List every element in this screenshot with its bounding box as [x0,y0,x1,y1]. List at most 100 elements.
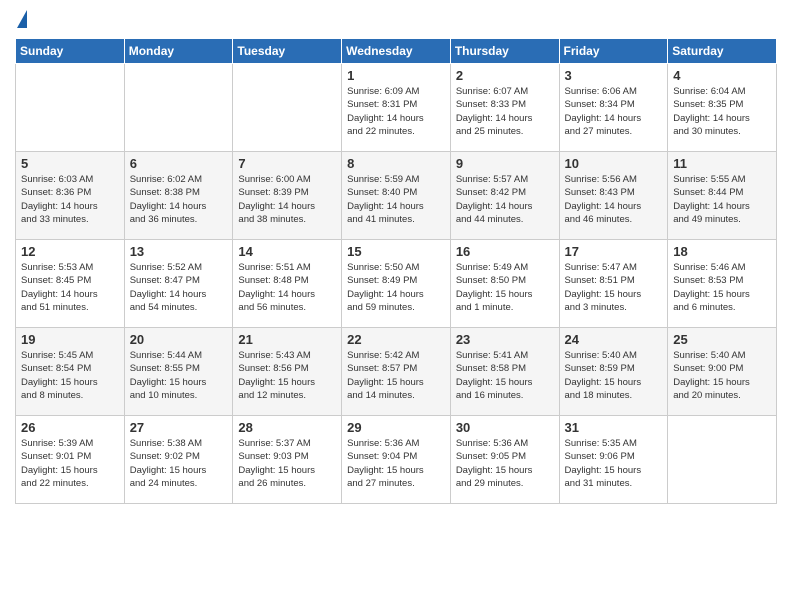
logo [15,10,27,30]
calendar-cell: 19Sunrise: 5:45 AM Sunset: 8:54 PM Dayli… [16,328,125,416]
weekday-header-wednesday: Wednesday [342,39,451,64]
day-number: 16 [456,244,554,259]
day-number: 23 [456,332,554,347]
calendar-cell: 5 Sunrise: 6:03 AM Sunset: 8:36 PM Daylig… [16,152,125,240]
day-number: 30 [456,420,554,435]
day-info: Sunrise: 5:51 AM Sunset: 8:48 PM Dayligh… [238,261,336,314]
day-info: Sunrise: 5:53 AM Sunset: 8:45 PM Dayligh… [21,261,119,314]
day-info: Sunrise: 5:42 AM Sunset: 8:57 PM Dayligh… [347,349,445,402]
logo-triangle-icon [17,10,27,28]
calendar-cell [668,416,777,504]
day-info: Sunrise: 5:57 AM Sunset: 8:42 PM Dayligh… [456,173,554,226]
day-number: 21 [238,332,336,347]
calendar-cell: 11Sunrise: 5:55 AM Sunset: 8:44 PM Dayli… [668,152,777,240]
calendar-week-row: 19Sunrise: 5:45 AM Sunset: 8:54 PM Dayli… [16,328,777,416]
calendar-cell: 12 Sunrise: 5:53 AM Sunset: 8:45 PM Dayli… [16,240,125,328]
calendar-cell: 30 Sunrise: 5:36 AM Sunset: 9:05 PM Dayli… [450,416,559,504]
calendar-week-row: 26Sunrise: 5:39 AM Sunset: 9:01 PM Dayli… [16,416,777,504]
day-number: 5 [21,156,119,171]
day-info: Sunrise: 6:02 AM Sunset: 8:38 PM Dayligh… [130,173,228,226]
day-number: 12 [21,244,119,259]
day-number: 10 [565,156,663,171]
day-number: 27 [130,420,228,435]
calendar-cell: 14 Sunrise: 5:51 AM Sunset: 8:48 PM Dayli… [233,240,342,328]
day-number: 19 [21,332,119,347]
day-info: Sunrise: 5:47 AM Sunset: 8:51 PM Dayligh… [565,261,663,314]
calendar-cell: 21 Sunrise: 5:43 AM Sunset: 8:56 PM Dayli… [233,328,342,416]
day-number: 14 [238,244,336,259]
day-info: Sunrise: 5:50 AM Sunset: 8:49 PM Dayligh… [347,261,445,314]
day-number: 3 [565,68,663,83]
calendar-cell: 8Sunrise: 5:59 AM Sunset: 8:40 PM Daylig… [342,152,451,240]
day-info: Sunrise: 5:52 AM Sunset: 8:47 PM Dayligh… [130,261,228,314]
day-number: 11 [673,156,771,171]
day-info: Sunrise: 6:09 AM Sunset: 8:31 PM Dayligh… [347,85,445,138]
day-info: Sunrise: 6:07 AM Sunset: 8:33 PM Dayligh… [456,85,554,138]
calendar-cell: 22 Sunrise: 5:42 AM Sunset: 8:57 PM Dayli… [342,328,451,416]
day-info: Sunrise: 5:37 AM Sunset: 9:03 PM Dayligh… [238,437,336,490]
calendar-cell: 20Sunrise: 5:44 AM Sunset: 8:55 PM Dayli… [124,328,233,416]
calendar-week-row: 12 Sunrise: 5:53 AM Sunset: 8:45 PM Dayli… [16,240,777,328]
day-number: 18 [673,244,771,259]
weekday-header-saturday: Saturday [668,39,777,64]
day-info: Sunrise: 5:56 AM Sunset: 8:43 PM Dayligh… [565,173,663,226]
day-number: 4 [673,68,771,83]
day-number: 31 [565,420,663,435]
day-number: 8 [347,156,445,171]
day-number: 25 [673,332,771,347]
day-info: Sunrise: 5:39 AM Sunset: 9:01 PM Dayligh… [21,437,119,490]
day-info: Sunrise: 6:00 AM Sunset: 8:39 PM Dayligh… [238,173,336,226]
calendar-week-row: 5 Sunrise: 6:03 AM Sunset: 8:36 PM Daylig… [16,152,777,240]
day-info: Sunrise: 6:06 AM Sunset: 8:34 PM Dayligh… [565,85,663,138]
weekday-header-friday: Friday [559,39,668,64]
calendar-cell: 4Sunrise: 6:04 AM Sunset: 8:35 PM Daylig… [668,64,777,152]
day-info: Sunrise: 5:43 AM Sunset: 8:56 PM Dayligh… [238,349,336,402]
weekday-header-tuesday: Tuesday [233,39,342,64]
day-info: Sunrise: 5:36 AM Sunset: 9:05 PM Dayligh… [456,437,554,490]
day-info: Sunrise: 6:03 AM Sunset: 8:36 PM Dayligh… [21,173,119,226]
day-number: 17 [565,244,663,259]
calendar-header: SundayMondayTuesdayWednesdayThursdayFrid… [16,39,777,64]
day-number: 24 [565,332,663,347]
day-number: 22 [347,332,445,347]
calendar-cell: 13 Sunrise: 5:52 AM Sunset: 8:47 PM Dayli… [124,240,233,328]
calendar-cell [16,64,125,152]
header [15,10,777,30]
weekday-header-monday: Monday [124,39,233,64]
calendar-cell [233,64,342,152]
day-info: Sunrise: 5:40 AM Sunset: 9:00 PM Dayligh… [673,349,771,402]
calendar-cell: 18Sunrise: 5:46 AM Sunset: 8:53 PM Dayli… [668,240,777,328]
calendar-page: SundayMondayTuesdayWednesdayThursdayFrid… [0,0,792,519]
calendar-week-row: 1 Sunrise: 6:09 AM Sunset: 8:31 PM Daylig… [16,64,777,152]
day-info: Sunrise: 5:38 AM Sunset: 9:02 PM Dayligh… [130,437,228,490]
calendar-cell: 2 Sunrise: 6:07 AM Sunset: 8:33 PM Daylig… [450,64,559,152]
calendar-cell: 7Sunrise: 6:00 AM Sunset: 8:39 PM Daylig… [233,152,342,240]
day-info: Sunrise: 5:49 AM Sunset: 8:50 PM Dayligh… [456,261,554,314]
day-info: Sunrise: 5:40 AM Sunset: 8:59 PM Dayligh… [565,349,663,402]
calendar-table: SundayMondayTuesdayWednesdayThursdayFrid… [15,38,777,504]
calendar-body: 1 Sunrise: 6:09 AM Sunset: 8:31 PM Daylig… [16,64,777,504]
weekday-header-thursday: Thursday [450,39,559,64]
calendar-cell: 26Sunrise: 5:39 AM Sunset: 9:01 PM Dayli… [16,416,125,504]
calendar-cell: 16 Sunrise: 5:49 AM Sunset: 8:50 PM Dayli… [450,240,559,328]
calendar-cell: 17 Sunrise: 5:47 AM Sunset: 8:51 PM Dayli… [559,240,668,328]
calendar-cell: 9 Sunrise: 5:57 AM Sunset: 8:42 PM Daylig… [450,152,559,240]
calendar-cell [124,64,233,152]
day-info: Sunrise: 5:35 AM Sunset: 9:06 PM Dayligh… [565,437,663,490]
calendar-cell: 24 Sunrise: 5:40 AM Sunset: 8:59 PM Dayli… [559,328,668,416]
day-number: 29 [347,420,445,435]
day-number: 9 [456,156,554,171]
calendar-cell: 15Sunrise: 5:50 AM Sunset: 8:49 PM Dayli… [342,240,451,328]
calendar-cell: 1 Sunrise: 6:09 AM Sunset: 8:31 PM Daylig… [342,64,451,152]
day-number: 13 [130,244,228,259]
day-number: 28 [238,420,336,435]
day-info: Sunrise: 5:44 AM Sunset: 8:55 PM Dayligh… [130,349,228,402]
day-number: 1 [347,68,445,83]
calendar-cell: 31 Sunrise: 5:35 AM Sunset: 9:06 PM Dayli… [559,416,668,504]
calendar-cell: 23 Sunrise: 5:41 AM Sunset: 8:58 PM Dayli… [450,328,559,416]
day-number: 2 [456,68,554,83]
weekday-header-sunday: Sunday [16,39,125,64]
weekday-row: SundayMondayTuesdayWednesdayThursdayFrid… [16,39,777,64]
day-info: Sunrise: 5:41 AM Sunset: 8:58 PM Dayligh… [456,349,554,402]
calendar-cell: 25 Sunrise: 5:40 AM Sunset: 9:00 PM Dayli… [668,328,777,416]
